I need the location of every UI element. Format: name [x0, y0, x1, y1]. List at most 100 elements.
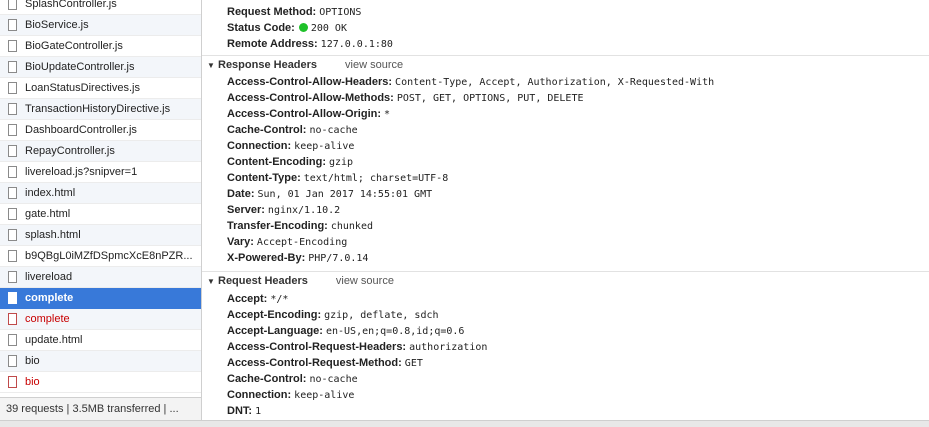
file-icon — [8, 61, 17, 73]
header-row: Accept-Language: en-US,en;q=0.8,id;q=0.6 — [227, 323, 464, 339]
header-value: no-cache — [309, 125, 358, 136]
header-value: gzip, deflate, sdch — [324, 310, 439, 321]
request-row[interactable]: livereload — [0, 267, 201, 288]
file-icon — [8, 334, 17, 346]
header-name: Remote Address: — [227, 38, 318, 50]
response-headers-title: Response Headers — [218, 59, 318, 71]
request-name: livereload.js?snipver=1 — [25, 166, 138, 178]
header-name: DNT: — [227, 405, 253, 417]
header-name: Content-Encoding: — [227, 156, 326, 168]
header-name: Content-Type: — [227, 172, 301, 184]
header-row: DNT: 1 — [227, 403, 261, 419]
request-row[interactable]: complete — [0, 309, 201, 330]
header-name: Accept-Encoding: — [227, 309, 322, 321]
file-icon — [8, 229, 17, 241]
header-row: Accept-Encoding: gzip, deflate, sdch — [227, 307, 439, 323]
response-headers-toggle[interactable]: ▼ Response Headers view source — [202, 57, 929, 73]
request-row[interactable]: b9QBgL0iMZfDSpmcXcE8nPZR... — [0, 246, 201, 267]
request-row[interactable]: splash.html — [0, 225, 201, 246]
header-row: Access-Control-Request-Headers: authoriza… — [227, 339, 487, 355]
triangle-down-icon: ▼ — [207, 61, 215, 70]
request-list: SplashController.js BioService.js BioGateC… — [0, 0, 201, 393]
file-icon — [8, 19, 17, 31]
header-row: Remote Address: 127.0.0.1:80 — [227, 36, 393, 52]
header-value: * — [384, 109, 391, 120]
request-row[interactable]: TransactionHistoryDirective.js — [0, 99, 201, 120]
request-row[interactable]: BioService.js — [0, 15, 201, 36]
file-icon — [8, 208, 17, 220]
request-view-source-link[interactable]: view source — [336, 275, 394, 287]
header-name: Server: — [227, 204, 265, 216]
header-row: Connection: keep-alive — [227, 138, 354, 154]
request-name: index.html — [25, 187, 76, 199]
header-row: Access-Control-Request-Method: GET — [227, 355, 423, 371]
header-value: text/html; charset=UTF-8 — [303, 173, 449, 184]
header-row: Access-Control-Allow-Headers: Content-Typ… — [227, 74, 714, 90]
request-row[interactable]: complete — [0, 288, 201, 309]
file-icon — [8, 292, 17, 304]
header-name: Access-Control-Allow-Methods: — [227, 92, 394, 104]
request-row[interactable]: bio — [0, 372, 201, 393]
network-summary: 39 requests | 3.5MB transferred | ... — [0, 397, 201, 420]
request-row[interactable]: BioUpdateController.js — [0, 57, 201, 78]
header-name: Access-Control-Allow-Origin: — [227, 108, 382, 120]
header-row: Cache-Control: no-cache — [227, 122, 358, 138]
header-name: Request Method: — [227, 6, 317, 18]
header-row: Content-Type: text/html; charset=UTF-8 — [227, 170, 448, 186]
header-row: Server: nginx/1.10.2 — [227, 202, 340, 218]
request-row[interactable]: RepayController.js — [0, 141, 201, 162]
file-icon — [8, 124, 17, 136]
request-name: BioGateController.js — [25, 40, 123, 52]
header-value: chunked — [330, 221, 373, 232]
header-value: GET — [404, 358, 423, 369]
request-name: RepayController.js — [25, 145, 115, 157]
header-name: Accept-Language: — [227, 325, 323, 337]
request-name: TransactionHistoryDirective.js — [25, 103, 171, 115]
header-name: Transfer-Encoding: — [227, 220, 328, 232]
header-row: Access-Control-Allow-Origin: * — [227, 106, 390, 122]
header-row: Content-Encoding: gzip — [227, 154, 353, 170]
triangle-down-icon: ▼ — [207, 277, 215, 286]
request-name: b9QBgL0iMZfDSpmcXcE8nPZR... — [25, 250, 193, 262]
request-row[interactable]: bio — [0, 351, 201, 372]
request-name: LoanStatusDirectives.js — [25, 82, 140, 94]
request-row[interactable]: gate.html — [0, 204, 201, 225]
request-row[interactable]: index.html — [0, 183, 201, 204]
header-row: Request Method: OPTIONS — [227, 4, 361, 20]
request-list-panel: SplashController.js BioService.js BioGateC… — [0, 0, 202, 426]
request-name: bio — [25, 355, 40, 367]
request-row[interactable]: update.html — [0, 330, 201, 351]
request-row[interactable]: SplashController.js — [0, 0, 201, 15]
header-value: 127.0.0.1:80 — [320, 39, 393, 50]
header-value: 1 — [255, 406, 262, 417]
header-value: authorization — [409, 342, 488, 353]
header-row: X-Powered-By: PHP/7.0.14 — [227, 250, 368, 266]
request-row[interactable]: LoanStatusDirectives.js — [0, 78, 201, 99]
header-name: Vary: — [227, 236, 254, 248]
header-name: Cache-Control: — [227, 124, 307, 136]
file-icon — [8, 376, 17, 388]
request-row[interactable]: livereload.js?snipver=1 — [0, 162, 201, 183]
request-headers-toggle[interactable]: ▼ Request Headers view source — [202, 273, 929, 289]
request-name: complete — [25, 313, 70, 325]
response-view-source-link[interactable]: view source — [345, 59, 403, 71]
request-name: complete — [25, 292, 74, 304]
header-value: 200 OK — [310, 23, 347, 34]
request-row[interactable]: BioGateController.js — [0, 36, 201, 57]
request-name: gate.html — [25, 208, 71, 220]
header-name: Status Code: — [227, 22, 295, 34]
request-headers-title: Request Headers — [218, 275, 308, 287]
file-icon — [8, 313, 17, 325]
headers-panel: Request Method: OPTIONS Status Code: 200 OK… — [202, 0, 929, 420]
file-icon — [8, 145, 17, 157]
header-value: nginx/1.10.2 — [267, 205, 341, 216]
request-row[interactable]: DashboardController.js — [0, 120, 201, 141]
header-name: Connection: — [227, 389, 292, 401]
header-name: Access-Control-Request-Method: — [227, 357, 402, 369]
header-name: Cache-Control: — [227, 373, 307, 385]
header-row: Date: Sun, 01 Jan 2017 14:55:01 GMT — [227, 186, 432, 202]
request-name: DashboardController.js — [25, 124, 137, 136]
file-icon — [8, 355, 17, 367]
header-value: Sun, 01 Jan 2017 14:55:01 GMT — [257, 189, 433, 200]
header-value: Accept-Encoding — [256, 237, 348, 248]
